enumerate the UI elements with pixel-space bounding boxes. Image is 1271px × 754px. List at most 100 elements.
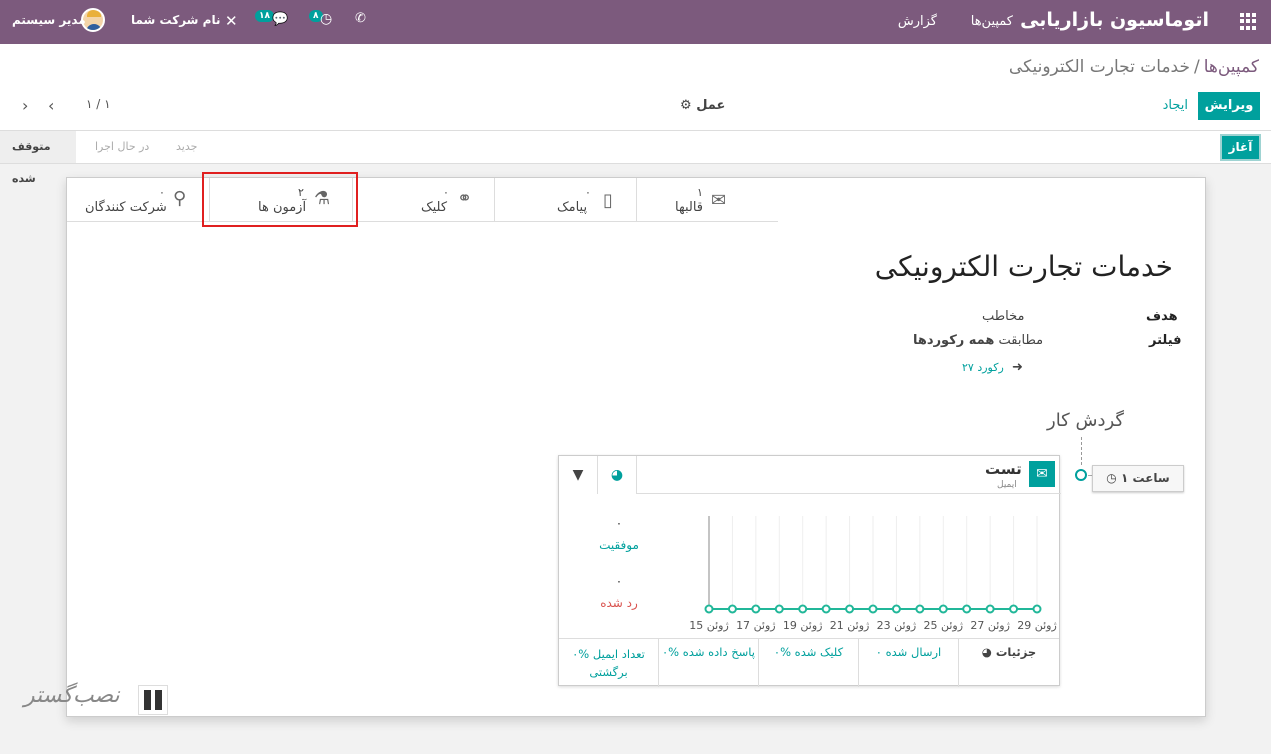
watermark-logo: نصب‌گستر <box>24 683 120 708</box>
smart-clicks-label: کلیک <box>421 200 448 215</box>
x-tick-label: 25 ژوئن <box>924 619 964 632</box>
success-label: موفقیت <box>599 538 639 552</box>
data-point <box>1032 604 1042 614</box>
details-button[interactable]: ◕ جزئیات <box>959 639 1059 687</box>
x-tick-label: 19 ژوئن <box>783 619 823 632</box>
smart-button-templates[interactable]: ✉ ۱ قالبها <box>636 178 778 222</box>
data-point <box>704 604 714 614</box>
clock-icon[interactable]: ◷ <box>320 11 332 27</box>
pie-chart-icon[interactable]: ◕ <box>598 456 637 494</box>
activity-name[interactable]: تست <box>985 460 1022 478</box>
smart-participants-count: ۰ <box>159 186 165 199</box>
link-icon: ⚭ <box>457 188 473 209</box>
stage-stopped[interactable]: متوقف شده <box>0 131 76 185</box>
rejected-stat: ۰ رد شده <box>589 574 649 614</box>
participants-icon: ⚲ <box>173 188 187 209</box>
chat-icon[interactable]: 💬 <box>272 12 288 27</box>
bounced-link[interactable]: ۰% تعداد ایمیل برگشتی <box>559 639 659 687</box>
tools-icon[interactable]: ✕ <box>225 12 238 30</box>
clock-icon: ◷ <box>1106 471 1117 485</box>
activity-footer: ◕ جزئیات ۰ ارسال شده ۰% کلیک شده ۰% پاسخ… <box>559 638 1059 687</box>
stage-new[interactable]: جدید <box>176 131 216 163</box>
breadcrumb: کمپین‌ها/خدمات تجارت الکترونیکی <box>1009 57 1259 77</box>
x-tick-label: 21 ژوئن <box>830 619 870 632</box>
clicked-link[interactable]: ۰% کلیک شده <box>759 639 859 687</box>
pager-value[interactable]: ۱ / ۱ <box>86 97 111 111</box>
data-point <box>938 604 948 614</box>
chevron-left-icon[interactable]: ‹ <box>48 96 54 115</box>
mobile-icon: ▯ <box>603 190 613 211</box>
app-brand[interactable]: اتوماسیون بازاریابی <box>1020 9 1209 31</box>
target-label: هدف <box>1146 309 1178 324</box>
smart-templates-count: ۱ <box>697 186 703 199</box>
data-point <box>891 604 901 614</box>
sent-link[interactable]: ۰ ارسال شده <box>859 639 959 687</box>
filter-prefix: مطابقت <box>998 333 1044 348</box>
activity-chart: 15 ژوئن 17 ژوئن 19 ژوئن 21 ژوئن 23 ژوئن 25 ژو… <box>689 516 1057 632</box>
stage-running[interactable]: در حال اجرا <box>83 131 168 163</box>
data-point <box>751 604 761 614</box>
x-tick-label: 27 ژوئن <box>970 619 1010 632</box>
action-label: عمل <box>696 98 726 113</box>
menu-campaigns[interactable]: کمپین‌ها <box>971 14 1013 29</box>
envelope-icon: ✉ <box>711 190 727 211</box>
smart-templates-label: قالبها <box>675 200 704 215</box>
user-name[interactable]: مدیر سیستم <box>12 13 86 27</box>
smart-button-clicks[interactable]: ⚭ ۰ کلیک <box>352 178 494 222</box>
start-button[interactable]: آغاز <box>1220 134 1261 161</box>
campaign-title: خدمات تجارت الکترونیکی <box>874 250 1173 283</box>
details-label: جزئیات <box>995 645 1037 659</box>
target-value[interactable]: مخاطب <box>982 309 1024 324</box>
breadcrumb-parent[interactable]: کمپین‌ها <box>1204 57 1259 77</box>
menu-reports[interactable]: گزارش <box>898 14 937 29</box>
data-point <box>915 604 925 614</box>
filter-domain: همه رکوردها <box>913 333 995 348</box>
trigger-button[interactable]: ◷ ۱ ساعت <box>1092 465 1184 492</box>
rejected-count: ۰ <box>615 574 623 588</box>
smart-sms-label: پیامک <box>557 200 588 215</box>
filter-label: فیلتر <box>1149 333 1182 348</box>
header-divider <box>637 493 1061 494</box>
top-navbar: اتوماسیون بازاریابی کمپین‌ها گزارش مدیر … <box>0 0 1271 44</box>
filter-value[interactable]: مطابقت همه رکوردها <box>913 333 1043 348</box>
edit-button[interactable]: ویرایش <box>1198 92 1260 120</box>
success-stat: ۰ موفقیت <box>589 516 649 556</box>
activity-type: ایمیل <box>997 480 1017 490</box>
highlight-box <box>202 172 358 227</box>
control-panel: کمپین‌ها/خدمات تجارت الکترونیکی ویرایش ا… <box>0 44 1271 131</box>
success-count: ۰ <box>615 516 623 530</box>
smart-sms-count: ۰ <box>585 186 591 199</box>
trigger-label: ۱ ساعت <box>1120 471 1170 485</box>
smart-button-sms[interactable]: ▯ ۰ پیامک <box>494 178 636 222</box>
data-point <box>727 604 737 614</box>
phone-icon[interactable]: ✆ <box>355 11 366 26</box>
envelope-icon: ✉ <box>1029 461 1055 487</box>
data-point <box>821 604 831 614</box>
action-menu[interactable]: ⚙ عمل <box>680 98 725 113</box>
data-point <box>1009 604 1019 614</box>
x-tick-label: 17 ژوئن <box>736 619 776 632</box>
apps-menu-icon[interactable] <box>1240 13 1257 30</box>
filter-icon[interactable]: ▼ <box>559 456 598 494</box>
x-tick-label: 15 ژوئن <box>689 619 729 632</box>
watermark-icon <box>138 685 168 715</box>
data-point <box>868 604 878 614</box>
status-bar: آغاز جدید در حال اجرا متوقف شده <box>0 131 1271 185</box>
smart-participants-label: شرکت کنندگان <box>85 200 167 215</box>
activity-card: ▼ ◕ ✉ تست ایمیل ۰ موفقیت ۰ رد شده 15 ژوئ… <box>558 455 1061 687</box>
rejected-label: رد شده <box>600 596 638 610</box>
create-button[interactable]: ایجاد <box>1163 98 1188 113</box>
workflow-connector <box>1081 437 1082 465</box>
arrow-right-icon: ➜ <box>1012 360 1023 375</box>
chevron-right-icon[interactable]: › <box>22 96 28 115</box>
smart-button-participants[interactable]: ⚲ ۰ شرکت کنندگان <box>67 178 209 222</box>
data-point <box>798 604 808 614</box>
data-point <box>845 604 855 614</box>
x-tick-label: 29 ژوئن <box>1017 619 1057 632</box>
replied-link[interactable]: ۰% پاسخ داده شده <box>659 639 759 687</box>
records-link[interactable]: ۲۷ رکورد <box>962 361 1004 374</box>
company-name[interactable]: نام شرکت شما <box>131 13 220 27</box>
workflow-title: گردش کار <box>1047 410 1124 431</box>
smart-clicks-count: ۰ <box>443 186 449 199</box>
pie-chart-icon: ◕ <box>981 645 992 659</box>
